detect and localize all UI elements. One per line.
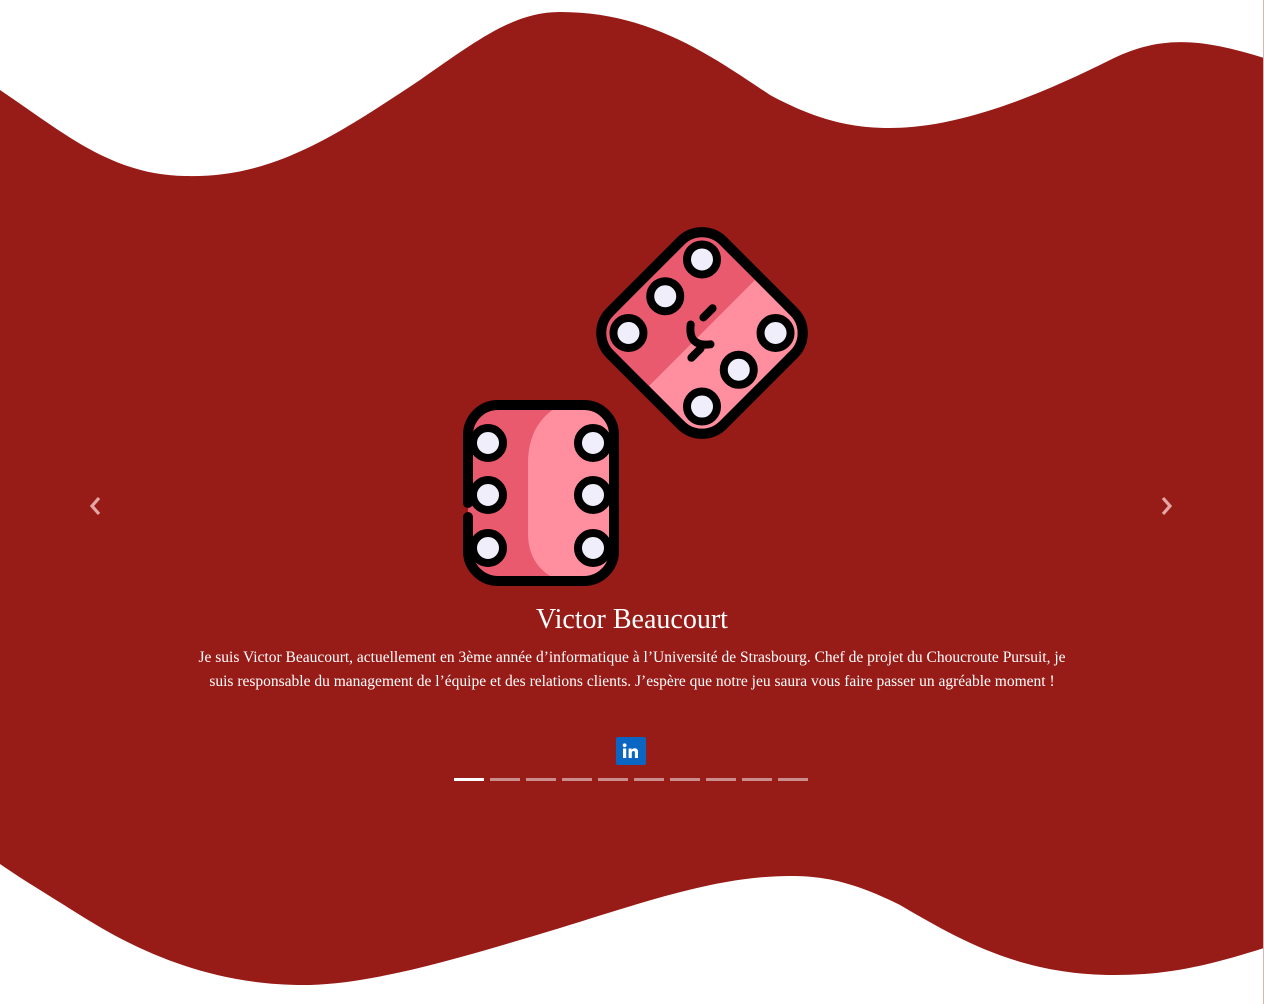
member-bio: Je suis Victor Beaucourt, actuellement e… <box>198 649 1066 690</box>
carousel-prev-button[interactable] <box>79 490 111 522</box>
carousel-indicators <box>454 778 808 781</box>
carousel-indicator[interactable] <box>526 778 556 781</box>
carousel-indicator[interactable] <box>490 778 520 781</box>
carousel-indicator[interactable] <box>706 778 736 781</box>
carousel-next-button[interactable] <box>1151 490 1183 522</box>
team-carousel: Victor Beaucourt Je suis Victor Beaucour… <box>0 0 1264 1004</box>
linkedin-icon[interactable] <box>616 737 646 765</box>
dice-icon <box>463 227 808 586</box>
carousel-indicator[interactable] <box>778 778 808 781</box>
chevron-right-icon <box>1161 496 1173 516</box>
carousel-indicator[interactable] <box>454 778 484 781</box>
team-page: Victor Beaucourt Je suis Victor Beaucour… <box>0 0 1264 1004</box>
member-name: Victor Beaucourt <box>536 604 728 635</box>
chevron-left-icon <box>89 496 101 516</box>
carousel-indicator[interactable] <box>562 778 592 781</box>
carousel-indicator[interactable] <box>670 778 700 781</box>
carousel-indicator[interactable] <box>598 778 628 781</box>
carousel-indicator[interactable] <box>742 778 772 781</box>
carousel-indicator[interactable] <box>634 778 664 781</box>
